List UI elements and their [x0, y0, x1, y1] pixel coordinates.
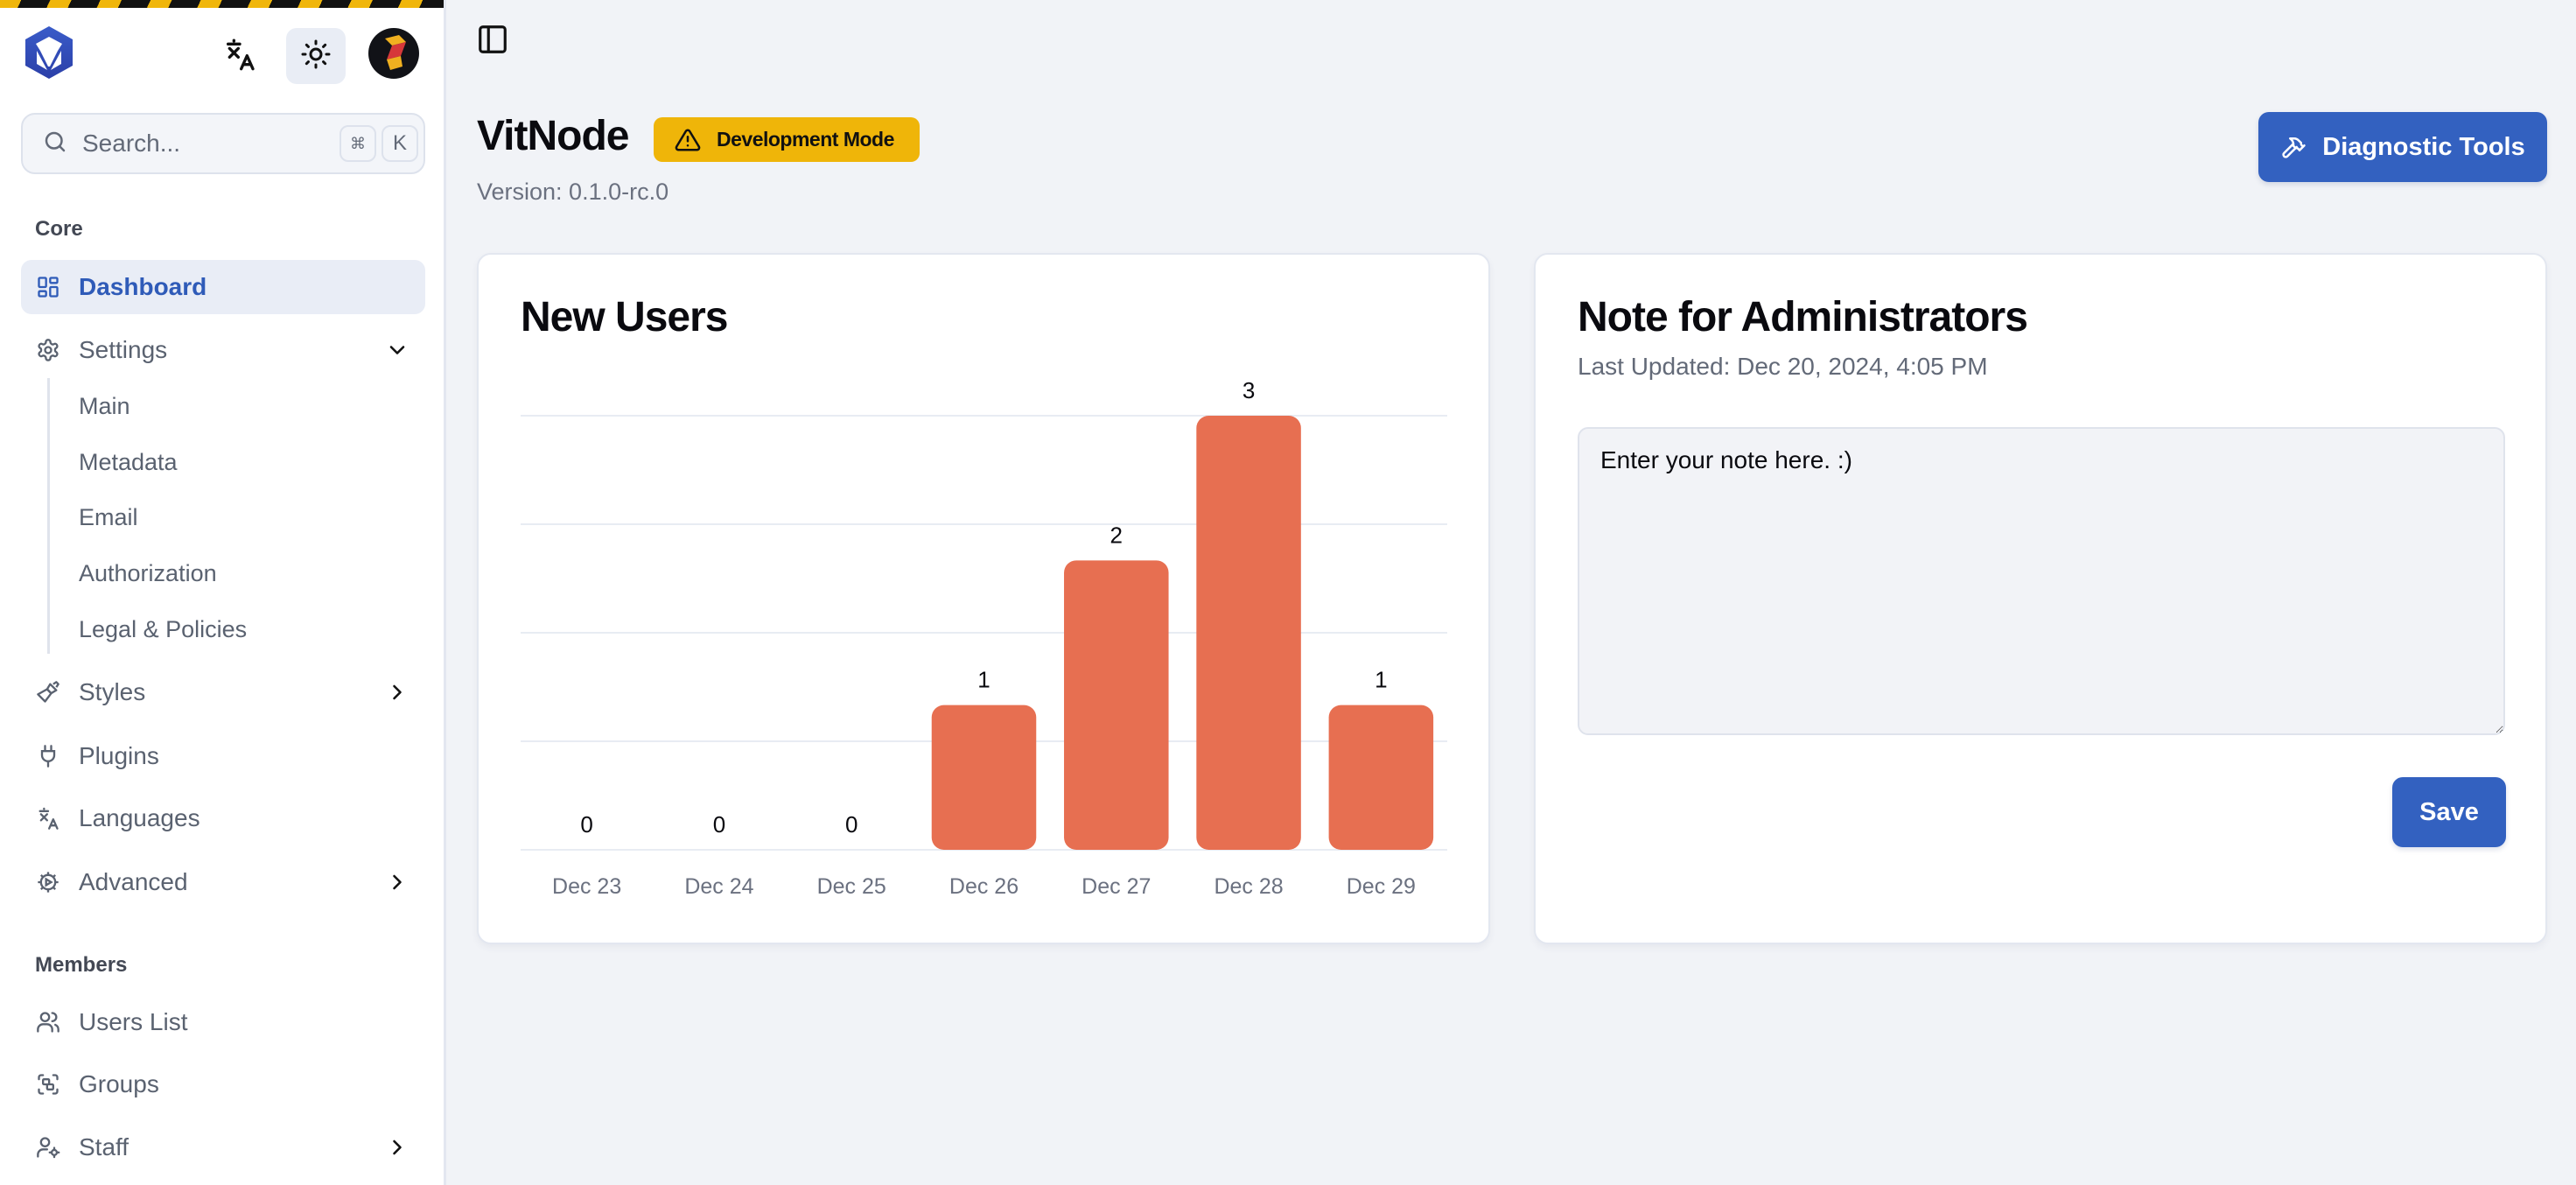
warning-icon — [675, 127, 701, 153]
sidebar-toggle-button[interactable] — [475, 24, 510, 59]
sidebar-item-label: Languages — [79, 804, 200, 831]
language-switch-button[interactable] — [210, 28, 270, 84]
submenu-guide-line — [47, 378, 50, 654]
chevron-down-icon[interactable] — [385, 338, 410, 362]
dashboard-icon — [35, 274, 61, 300]
sidebar-item-label: Styles — [79, 678, 146, 705]
sidebar: Search... ⌘ K Core Dashboard Settings Ma… — [0, 0, 446, 1185]
chevron-right-icon[interactable] — [385, 680, 410, 705]
chart-x-tick-label: Dec 27 — [1082, 874, 1151, 899]
new-users-chart: 0 Dec 23 0 Dec 24 0 Dec 25 1 Dec 26 2 Dec 27 3 Dec … — [521, 377, 1447, 899]
search-input[interactable]: Search... ⌘ K — [21, 113, 425, 174]
gear-icon — [35, 337, 61, 363]
group-icon — [35, 1071, 61, 1097]
diagnostic-tools-button[interactable]: Diagnostic Tools — [2258, 112, 2547, 182]
chart-data-label: 0 — [845, 811, 858, 838]
sidebar-subitem-metadata[interactable]: Metadata — [65, 440, 425, 484]
translate-icon — [222, 37, 257, 76]
sidebar-item-advanced[interactable]: Advanced — [21, 855, 425, 909]
theme-toggle-button[interactable] — [286, 28, 346, 84]
chart-data-label: 2 — [1110, 522, 1123, 548]
chart-bar[interactable] — [931, 705, 1037, 850]
shortcut-k-key: K — [382, 125, 418, 162]
diagnostic-tools-label: Diagnostic Tools — [2322, 132, 2525, 161]
sidebar-item-label: Staff — [79, 1133, 130, 1160]
chart-bar[interactable] — [1328, 705, 1434, 850]
section-label-core: Core — [35, 217, 83, 241]
sidebar-item-dashboard[interactable]: Dashboard — [21, 260, 425, 314]
admin-note-title: Note for Administrators — [1578, 294, 2028, 340]
sidebar-item-users-list[interactable]: Users List — [21, 995, 425, 1049]
sidebar-item-groups[interactable]: Groups — [21, 1057, 425, 1111]
sidebar-item-label: Advanced — [79, 868, 188, 895]
sidebar-item-languages[interactable]: Languages — [21, 791, 425, 845]
chart-data-label: 0 — [580, 811, 592, 838]
chart-x-tick-label: Dec 28 — [1214, 874, 1283, 899]
new-users-card: New Users 0 Dec 23 0 Dec 24 0 Dec 25 1 Dec 26 2 D… — [477, 253, 1490, 944]
user-cog-icon — [35, 1134, 61, 1160]
sun-icon — [300, 39, 332, 74]
sidebar-item-label: Settings — [79, 336, 168, 363]
chart-bar[interactable] — [1196, 416, 1301, 850]
sidebar-item-label: Dashboard — [79, 273, 207, 300]
page-title: VitNode — [477, 113, 629, 159]
sidebar-subitem-email[interactable]: Email — [65, 495, 425, 539]
sidebar-item-styles[interactable]: Styles — [21, 665, 425, 719]
sidebar-item-settings[interactable]: Settings — [21, 323, 425, 377]
chart-data-label: 1 — [1375, 667, 1387, 693]
chart-data-label: 1 — [977, 667, 990, 693]
sidebar-subitem-main[interactable]: Main — [65, 384, 425, 428]
last-updated-text: Last Updated: Dec 20, 2024, 4:05 PM — [1578, 353, 1988, 380]
badge-label: Development Mode — [717, 128, 894, 151]
sidebar-item-label: Users List — [79, 1008, 188, 1035]
search-icon — [42, 129, 68, 159]
sidebar-item-staff[interactable]: Staff — [21, 1120, 425, 1174]
dev-mode-badge: Development Mode — [654, 117, 920, 162]
shortcut-cmd-key: ⌘ — [340, 125, 376, 162]
admin-note-card: Note for Administrators Last Updated: De… — [1534, 253, 2547, 944]
brush-icon — [35, 679, 61, 705]
dev-mode-stripe — [0, 0, 444, 8]
save-button[interactable]: Save — [2392, 777, 2506, 847]
chart-data-label: 0 — [713, 811, 725, 838]
chart-x-tick-label: Dec 24 — [684, 874, 753, 899]
chart-bar[interactable] — [1064, 560, 1169, 850]
sidebar-item-plugins[interactable]: Plugins — [21, 729, 425, 783]
chart-x-tick-label: Dec 29 — [1347, 874, 1416, 899]
chevron-right-icon[interactable] — [385, 870, 410, 894]
users-icon — [35, 1009, 61, 1035]
translate-icon — [35, 805, 61, 831]
chart-x-tick-label: Dec 25 — [817, 874, 886, 899]
panel-left-icon — [476, 23, 509, 60]
user-avatar[interactable] — [368, 28, 419, 79]
admin-note-textarea[interactable]: Enter your note here. :) — [1578, 427, 2505, 735]
hammer-icon — [2280, 134, 2306, 160]
chart-data-label: 3 — [1242, 377, 1255, 403]
sidebar-subitem-authorization[interactable]: Authorization — [65, 551, 425, 595]
sidebar-subitem-legal-policies[interactable]: Legal & Policies — [65, 607, 425, 651]
version-text: Version: 0.1.0-rc.0 — [477, 179, 669, 205]
cog-play-icon — [35, 869, 61, 895]
vitnode-logo[interactable] — [23, 25, 75, 81]
plug-icon — [35, 743, 61, 769]
chart-x-tick-label: Dec 23 — [552, 874, 621, 899]
sidebar-item-label: Plugins — [79, 742, 159, 769]
chart-x-tick-label: Dec 26 — [949, 874, 1018, 899]
chevron-right-icon[interactable] — [385, 1135, 410, 1160]
sidebar-item-label: Groups — [79, 1070, 159, 1097]
search-placeholder: Search... — [82, 130, 181, 157]
section-label-members: Members — [35, 953, 128, 977]
